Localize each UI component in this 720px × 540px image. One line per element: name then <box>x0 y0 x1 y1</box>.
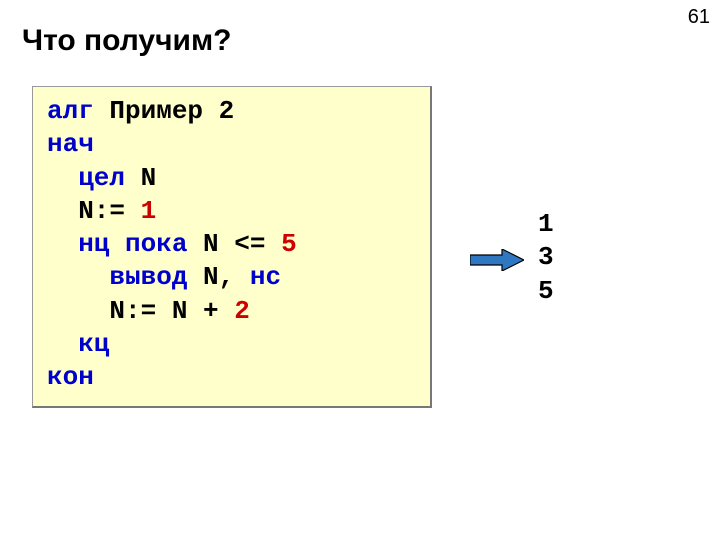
cond-left: N <= <box>187 229 281 259</box>
kw-cel: цел <box>47 163 125 193</box>
assign1-right: 1 <box>141 196 157 226</box>
output-line: 5 <box>538 276 554 306</box>
decl-n: N <box>125 163 156 193</box>
kw-nc: нц <box>47 229 109 259</box>
kw-kon: кон <box>47 362 94 392</box>
kw-nach: нач <box>47 129 94 159</box>
assign1-left: N:= <box>47 196 125 226</box>
assign2-right: 2 <box>234 296 250 326</box>
kw-poka: пока <box>109 229 187 259</box>
slide: 61 Что получим? алг Пример 2 нач цел N N… <box>0 0 720 540</box>
kw-ns: нс <box>250 262 281 292</box>
assign2-mid: N + <box>172 296 234 326</box>
assign2-left: N:= <box>47 296 156 326</box>
page-number: 61 <box>688 6 710 29</box>
cond-right: 5 <box>281 229 297 259</box>
output-line: 3 <box>538 242 554 272</box>
alg-name: Пример 2 <box>94 96 234 126</box>
code-block: алг Пример 2 нач цел N N:= 1 нц пока N <… <box>32 86 432 408</box>
output-block: 1 3 5 <box>538 208 554 308</box>
kw-kc: кц <box>47 329 109 359</box>
slide-title: Что получим? <box>22 24 231 58</box>
kw-vyvod: вывод <box>47 262 187 292</box>
output-line: 1 <box>538 209 554 239</box>
kw-alg: алг <box>47 96 94 126</box>
arrow-icon <box>470 249 524 271</box>
vyvod-args: N, <box>187 262 249 292</box>
